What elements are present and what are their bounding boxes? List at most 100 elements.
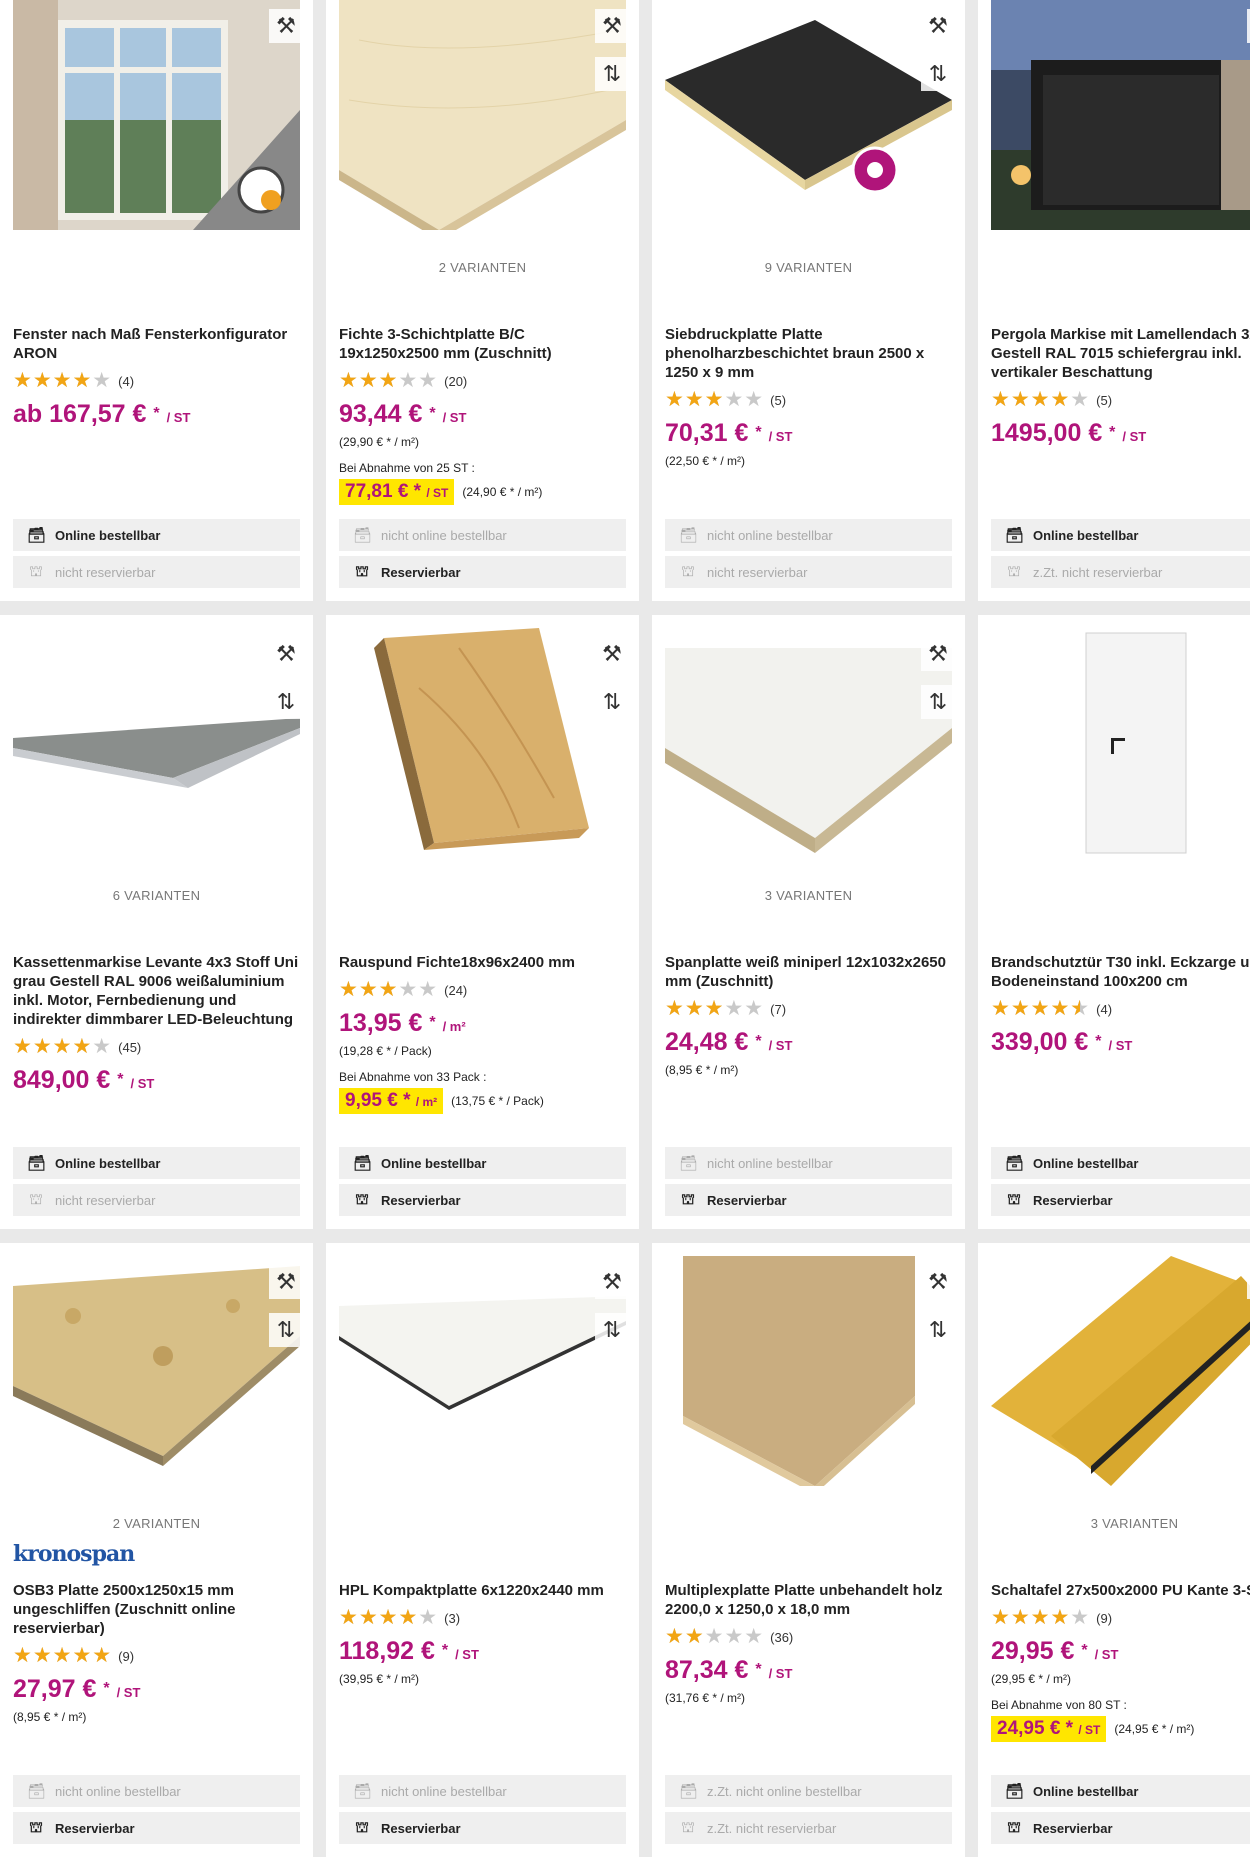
product-card[interactable]: ⚒Brandschutztür T30 inkl. Eckzarge und B…	[978, 615, 1250, 1229]
product-title[interactable]: Pergola Markise mit Lamellendach 3x3 Ges…	[991, 325, 1250, 382]
product-image[interactable]	[665, 628, 952, 858]
reserve-icon: ⛫	[355, 562, 369, 580]
price-unit: / ST	[166, 410, 191, 425]
product-image[interactable]	[13, 0, 300, 230]
product-card[interactable]: ⚒ ⇅ 2 VARIANTEN Fichte 3-Schichtplatte B/C …	[326, 0, 639, 601]
compare-icon[interactable]: ⇅	[595, 1313, 629, 1347]
price: 849,00 € * / ST	[13, 1067, 303, 1097]
price-unit: / ST	[1108, 1038, 1133, 1053]
rating-count: (24)	[444, 982, 468, 998]
online-shop-icon: 🗃	[353, 1155, 373, 1172]
product-image[interactable]	[339, 1256, 626, 1486]
product-card[interactable]: ⚒ ⇅ Multiplexplatte Platte unbehandelt hol…	[652, 1243, 965, 1857]
price-footnote: *	[1109, 424, 1116, 441]
hammer-icon[interactable]: ⚒	[595, 637, 629, 671]
product-title[interactable]: Spanplatte weiß miniperl 12x1032x2650 mm…	[665, 953, 955, 991]
price-footnote: *	[755, 424, 762, 441]
compare-icon[interactable]: ⇅	[921, 685, 955, 719]
price-unit: / ST	[768, 1666, 793, 1681]
rating-count: (4)	[1096, 1001, 1113, 1017]
hammer-icon[interactable]: ⚒	[595, 1265, 629, 1299]
product-card[interactable]: ⚒3 VARIANTENSchaltafel 27x500x2000 PU Ka…	[978, 1243, 1250, 1857]
online-shop-icon: 🗃	[1005, 1155, 1025, 1172]
compare-icon[interactable]: ⇅	[269, 685, 303, 719]
price-value: 27,97 €	[13, 1675, 97, 1703]
online-availability: 🗃 Online bestellbar	[991, 1775, 1250, 1807]
compare-icon[interactable]: ⇅	[595, 57, 629, 91]
bulk-base-price: (24,90 € * / m²)	[462, 485, 543, 499]
price-value: 1495,00 €	[991, 419, 1103, 447]
variants-label: 3 VARIANTEN	[764, 888, 853, 903]
product-image[interactable]	[339, 628, 626, 858]
product-card[interactable]: ⚒ ⇅ 9 VARIANTEN Siebdruckplatte Platte phen…	[652, 0, 965, 601]
product-image[interactable]	[665, 0, 952, 230]
online-availability: 🗃 z.Zt. nicht online bestellbar	[665, 1775, 952, 1807]
online-shop-icon: 🗃	[679, 1783, 699, 1800]
rating-count: (5)	[770, 392, 787, 408]
product-title[interactable]: Schaltafel 27x500x2000 PU Kante 3-Schi	[991, 1581, 1250, 1600]
product-title[interactable]: Rauspund Fichte18x96x2400 mm	[339, 953, 629, 972]
product-image[interactable]	[665, 1256, 952, 1486]
rating-count: (5)	[1096, 392, 1113, 408]
product-card[interactable]: ⚒ Fenster nach Maß Fensterkonfigurator AR…	[0, 0, 313, 601]
compare-icon[interactable]: ⇅	[595, 685, 629, 719]
product-title[interactable]: Siebdruckplatte Platte phenolharzbeschic…	[665, 325, 955, 382]
product-card[interactable]: ⚒ ⇅ 3 VARIANTEN Spanplatte weiß miniperl 12…	[652, 615, 965, 1229]
compare-icon[interactable]: ⇅	[921, 1313, 955, 1347]
reserve-icon: ⛫	[1007, 1190, 1021, 1208]
compare-icon[interactable]: ⇅	[269, 1313, 303, 1347]
brand-logo: kronospan	[13, 1541, 135, 1567]
hammer-icon[interactable]: ⚒	[269, 1265, 303, 1299]
price-unit: / ST	[768, 1038, 793, 1053]
price-unit: / ST	[130, 1076, 155, 1091]
product-image[interactable]	[991, 0, 1250, 230]
price: 118,92 € * / ST	[339, 1638, 629, 1668]
online-shop-icon: 🗃	[679, 1155, 699, 1172]
variants-label: 6 VARIANTEN	[112, 888, 201, 903]
product-title[interactable]: Fichte 3-Schichtplatte B/C 19x1250x2500 …	[339, 325, 629, 363]
hammer-icon[interactable]: ⚒	[269, 9, 303, 43]
product-image[interactable]	[13, 628, 300, 858]
bulk-label: Bei Abnahme von 80 ST :	[991, 1698, 1127, 1712]
product-card[interactable]: ⚒Pergola Markise mit Lamellendach 3x3 Ge…	[978, 0, 1250, 601]
product-image[interactable]	[339, 0, 626, 230]
online-shop-icon: 🗃	[27, 1155, 47, 1172]
rating-count: (9)	[1096, 1610, 1113, 1626]
product-image[interactable]	[13, 1256, 300, 1486]
product-title[interactable]: HPL Kompaktplatte 6x1220x2440 mm	[339, 1581, 629, 1600]
variants-label: 2 VARIANTEN	[112, 1516, 201, 1531]
price-unit: / ST	[455, 1647, 479, 1662]
hammer-icon[interactable]: ⚒	[269, 637, 303, 671]
product-card[interactable]: ⚒ ⇅ Rauspund Fichte18x96x2400 mm ★★★★★★★★★★…	[326, 615, 639, 1229]
price: 29,95 € * / ST	[991, 1638, 1250, 1668]
price: ab 167,57 € * / ST	[13, 401, 303, 431]
reserve-availability: ⛫ Reservierbar	[991, 1184, 1250, 1216]
hammer-icon[interactable]: ⚒	[921, 9, 955, 43]
product-title[interactable]: Fenster nach Maß Fensterkonfigurator ARO…	[13, 325, 303, 363]
product-card[interactable]: ⚒ ⇅ 6 VARIANTEN Kassettenmarkise Levante 4x…	[0, 615, 313, 1229]
reserve-availability: ⛫ nicht reservierbar	[665, 556, 952, 588]
reserve-icon: ⛫	[681, 1818, 695, 1836]
reserve-availability: ⛫ z.Zt. nicht reservierbar	[665, 1812, 952, 1844]
product-card[interactable]: ⚒ ⇅ 2 VARIANTEN kronospan OSB3 Platte 2500x1…	[0, 1243, 313, 1857]
product-card[interactable]: ⚒ ⇅ HPL Kompaktplatte 6x1220x2440 mm ★★★★★ ★…	[326, 1243, 639, 1857]
product-image[interactable]	[991, 1256, 1250, 1486]
rating-stars: ★★★★★★★★★★	[991, 388, 1091, 411]
online-shop-icon: 🗃	[1005, 1783, 1025, 1800]
product-grid: ⚒ Fenster nach Maß Fensterkonfigurator AR…	[0, 0, 1250, 1857]
hammer-icon[interactable]: ⚒	[595, 9, 629, 43]
rating-count: (3)	[444, 1610, 461, 1626]
price-footnote: *	[441, 1642, 449, 1659]
product-title[interactable]: Kassettenmarkise Levante 4x3 Stoff Uni g…	[13, 953, 303, 1029]
compare-icon[interactable]: ⇅	[921, 57, 955, 91]
hammer-icon[interactable]: ⚒	[921, 1265, 955, 1299]
price-value: 339,00 €	[991, 1028, 1089, 1056]
product-title[interactable]: Brandschutztür T30 inkl. Eckzarge und Bo…	[991, 953, 1250, 991]
rating-stars: ★★★★★★★★★★	[13, 1035, 113, 1058]
rating-stars: ★★★★★★★★★★	[991, 1606, 1091, 1629]
hammer-icon[interactable]: ⚒	[921, 637, 955, 671]
product-title[interactable]: OSB3 Platte 2500x1250x15 mm ungeschliffe…	[13, 1581, 303, 1638]
rating-count: (45)	[118, 1039, 142, 1055]
product-image[interactable]	[991, 628, 1250, 858]
product-title[interactable]: Multiplexplatte Platte unbehandelt holz …	[665, 1581, 955, 1619]
